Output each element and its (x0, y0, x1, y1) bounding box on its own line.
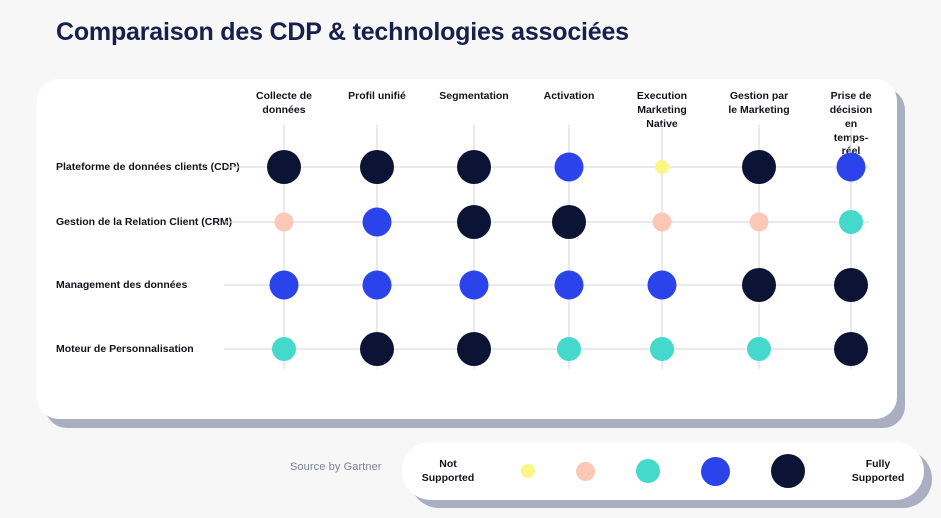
legend-dot-partial (635, 459, 660, 483)
matrix-dot[interactable] (457, 332, 491, 366)
matrix-dot[interactable] (647, 270, 677, 300)
comparison-matrix: Collecte de données Profil unifié Segmenta… (37, 79, 897, 419)
matrix-dot[interactable] (274, 212, 294, 232)
matrix-dot[interactable] (554, 270, 584, 300)
matrix-dot[interactable] (362, 207, 392, 237)
matrix-dot[interactable] (839, 210, 863, 234)
page-root: Comparaison des CDP & technologies assoc… (0, 0, 941, 518)
matrix-dot[interactable] (557, 337, 581, 361)
row-label: Moteur de Personnalisation (56, 343, 194, 355)
matrix-dot[interactable] (272, 337, 296, 361)
matrix-dot[interactable] (554, 152, 584, 182)
legend-dot-minimal (575, 461, 595, 481)
matrix-dot[interactable] (650, 337, 674, 361)
row-label: Plateforme de données clients (CDP) (56, 161, 240, 173)
matrix-dot[interactable] (362, 270, 392, 300)
source-caption: Source by Gartner (290, 461, 382, 473)
row-label: Gestion de la Relation Client (CRM) (56, 216, 233, 228)
column-header: Gestion par le Marketing (728, 90, 790, 116)
legend-dot-fully-supported (771, 454, 806, 488)
column-header: Profil unifié (348, 90, 406, 102)
matrix-dot[interactable] (652, 212, 672, 232)
matrix-dot[interactable] (742, 268, 776, 302)
matrix-dot[interactable] (655, 160, 669, 174)
matrix-dot[interactable] (457, 150, 491, 184)
matrix-dot[interactable] (552, 205, 586, 239)
matrix-dot[interactable] (360, 150, 394, 184)
legend: Not Supported Fully Supported (402, 442, 924, 500)
matrix-dot[interactable] (834, 268, 868, 302)
column-header: Segmentation (439, 90, 509, 102)
legend-scale (494, 454, 832, 488)
grid-hline (224, 221, 869, 223)
page-title: Comparaison des CDP & technologies assoc… (56, 18, 629, 46)
legend-low-label: Not Supported (421, 457, 475, 484)
matrix-dot[interactable] (834, 332, 868, 366)
matrix-dot[interactable] (749, 212, 769, 232)
legend-dot-strong (701, 456, 731, 486)
matrix-dot[interactable] (269, 270, 299, 300)
matrix-dot[interactable] (457, 205, 491, 239)
grid-hline (224, 348, 869, 350)
matrix-dot[interactable] (459, 270, 489, 300)
comparison-card: Collecte de données Profil unifié Segmenta… (37, 79, 897, 473)
legend-high-label: Fully Supported (851, 457, 905, 484)
matrix-dot[interactable] (267, 150, 301, 184)
column-header: Activation (543, 90, 595, 102)
matrix-dot[interactable] (836, 152, 866, 182)
column-header: Collecte de données (255, 90, 313, 116)
row-label: Management des données (56, 279, 188, 291)
legend-dot-not-supported (520, 464, 535, 478)
matrix-dot[interactable] (742, 150, 776, 184)
matrix-dot[interactable] (747, 337, 771, 361)
matrix-dot[interactable] (360, 332, 394, 366)
